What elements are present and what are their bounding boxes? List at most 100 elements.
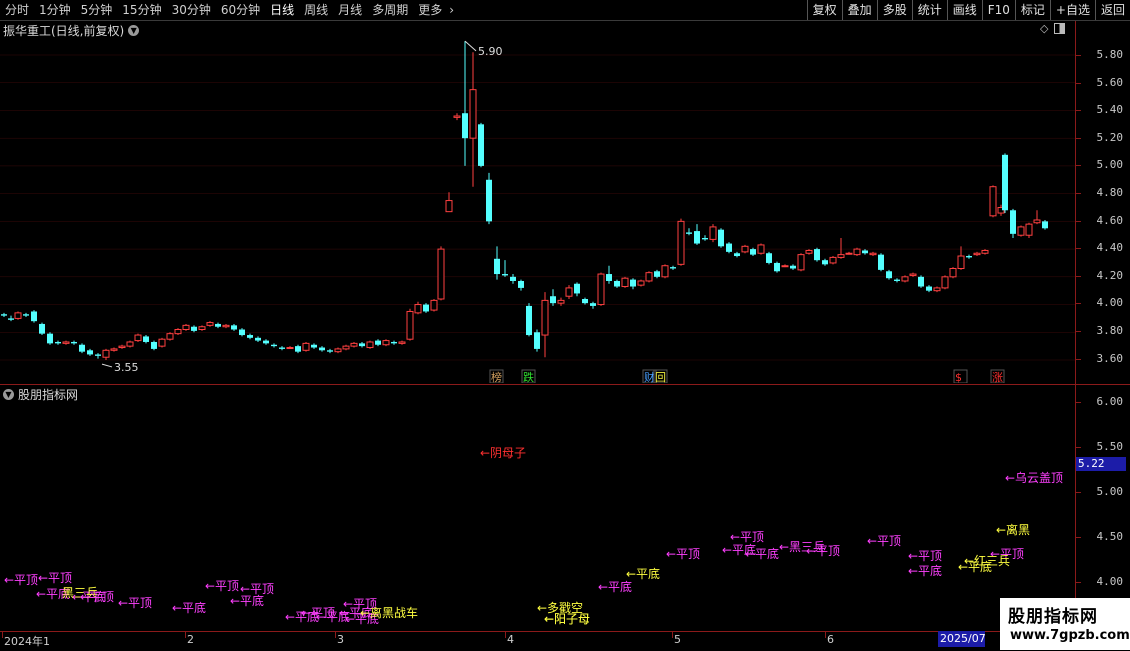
candlestick[interactable] bbox=[918, 275, 924, 288]
candlestick[interactable] bbox=[621, 276, 629, 288]
candlestick[interactable] bbox=[414, 301, 422, 315]
period-tab[interactable]: 多周期 bbox=[367, 0, 413, 20]
event-marker[interactable]: 跌 bbox=[523, 370, 534, 383]
candlestick[interactable] bbox=[118, 344, 126, 349]
candlestick[interactable] bbox=[255, 336, 261, 342]
candlestick[interactable] bbox=[95, 353, 101, 359]
chevron-down-icon[interactable]: ▼ bbox=[128, 25, 140, 36]
candlestick[interactable] bbox=[829, 256, 837, 265]
candlestick[interactable] bbox=[342, 344, 350, 351]
candlestick[interactable] bbox=[79, 343, 85, 354]
candlestick[interactable] bbox=[805, 249, 813, 255]
period-tab[interactable]: 更多 bbox=[413, 0, 447, 20]
candlestick[interactable] bbox=[757, 243, 765, 255]
candlestick[interactable] bbox=[182, 323, 190, 331]
candlestick[interactable] bbox=[981, 249, 989, 255]
candlestick[interactable] bbox=[366, 340, 374, 349]
candlestick[interactable] bbox=[781, 264, 789, 268]
candlestick[interactable] bbox=[526, 303, 532, 337]
candlestick[interactable] bbox=[286, 346, 294, 350]
candlestick[interactable] bbox=[790, 264, 796, 270]
candlestick[interactable] bbox=[837, 238, 845, 259]
candlestick[interactable] bbox=[151, 340, 157, 351]
candlestick[interactable] bbox=[550, 289, 556, 306]
candlestick[interactable] bbox=[894, 278, 900, 283]
candlestick[interactable] bbox=[375, 339, 381, 347]
candlestick[interactable] bbox=[39, 322, 45, 336]
candlestick[interactable] bbox=[302, 341, 310, 352]
candlestick[interactable] bbox=[263, 339, 269, 345]
candlestick[interactable] bbox=[215, 322, 221, 329]
candlestick[interactable] bbox=[311, 343, 317, 349]
candlestick[interactable] bbox=[1025, 222, 1033, 238]
toolbar-action-button[interactable]: 返回 bbox=[1094, 0, 1130, 20]
candlestick[interactable] bbox=[295, 344, 301, 354]
candlestick[interactable] bbox=[661, 264, 669, 279]
candlestick[interactable] bbox=[582, 297, 588, 305]
candlestick[interactable] bbox=[1033, 210, 1041, 225]
candlestick[interactable] bbox=[814, 247, 820, 262]
candlestick[interactable] bbox=[709, 224, 717, 243]
candlestick[interactable] bbox=[231, 323, 237, 331]
candlestick[interactable] bbox=[1017, 225, 1025, 237]
candlestick[interactable] bbox=[110, 347, 118, 352]
event-marker[interactable]: $ bbox=[955, 371, 962, 383]
candlestick[interactable] bbox=[247, 333, 253, 340]
candlestick[interactable] bbox=[534, 329, 540, 352]
candlestick[interactable] bbox=[486, 172, 492, 225]
event-marker[interactable]: 回 bbox=[655, 371, 666, 383]
candlestick[interactable] bbox=[677, 218, 685, 266]
candlestick[interactable] bbox=[926, 285, 932, 293]
candlestick[interactable] bbox=[797, 253, 805, 272]
candlestick[interactable] bbox=[909, 272, 917, 277]
candlestick[interactable] bbox=[143, 335, 149, 344]
period-tab[interactable]: 1分钟 bbox=[34, 0, 76, 20]
candlestick[interactable] bbox=[47, 332, 53, 345]
candlestick[interactable] bbox=[502, 260, 508, 277]
candlestick[interactable] bbox=[319, 346, 325, 352]
toolbar-action-button[interactable]: 多股 bbox=[876, 0, 912, 20]
toolbar-action-button[interactable]: 统计 bbox=[911, 0, 947, 20]
candlestick[interactable] bbox=[702, 235, 708, 241]
candlestick[interactable] bbox=[206, 321, 214, 327]
candlestick[interactable] bbox=[949, 267, 957, 279]
candlestick[interactable] bbox=[445, 192, 453, 213]
candlestick[interactable] bbox=[239, 328, 245, 337]
candlestick[interactable] bbox=[637, 279, 645, 287]
toolbar-action-button[interactable]: 标记 bbox=[1014, 0, 1050, 20]
candlestick[interactable] bbox=[469, 52, 477, 187]
toolbar-action-button[interactable]: F10 bbox=[981, 0, 1015, 20]
toolbar-action-button[interactable]: 画线 bbox=[946, 0, 982, 20]
event-marker[interactable]: 财 bbox=[644, 370, 655, 383]
toolbar-action-button[interactable]: 叠加 bbox=[841, 0, 877, 20]
candlestick[interactable] bbox=[694, 224, 700, 245]
candlestick[interactable] bbox=[614, 279, 620, 288]
candlestick[interactable] bbox=[973, 251, 981, 257]
window-toggle-icon[interactable] bbox=[1054, 23, 1066, 34]
period-tab[interactable]: 日线 bbox=[265, 0, 299, 20]
candlestick[interactable] bbox=[406, 308, 414, 341]
candlestick[interactable] bbox=[102, 348, 110, 360]
candlestick[interactable] bbox=[774, 261, 780, 273]
candlestick[interactable] bbox=[590, 301, 596, 309]
candlestick-chart[interactable]: 5.90 3.55 榜 跌 财回 $ 涨 bbox=[0, 38, 1075, 383]
candlestick[interactable] bbox=[645, 271, 653, 283]
candlestick[interactable] bbox=[279, 346, 285, 351]
candlestick[interactable] bbox=[670, 265, 676, 270]
candlestick[interactable] bbox=[23, 312, 29, 318]
candlestick[interactable] bbox=[878, 253, 884, 272]
candlestick[interactable] bbox=[359, 341, 365, 348]
candlestick[interactable] bbox=[462, 41, 468, 166]
candlestick[interactable] bbox=[606, 265, 612, 284]
candlestick[interactable] bbox=[989, 185, 997, 218]
candlestick[interactable] bbox=[901, 275, 909, 283]
candlestick[interactable] bbox=[398, 340, 406, 345]
candlestick[interactable] bbox=[158, 337, 166, 348]
candlestick[interactable] bbox=[766, 251, 772, 265]
candlestick[interactable] bbox=[134, 333, 142, 342]
chevron-right-icon[interactable]: › bbox=[447, 0, 456, 20]
candlestick[interactable] bbox=[1010, 208, 1016, 238]
candlestick[interactable] bbox=[734, 251, 740, 258]
candlestick[interactable] bbox=[126, 340, 134, 348]
candlestick[interactable] bbox=[510, 274, 516, 284]
